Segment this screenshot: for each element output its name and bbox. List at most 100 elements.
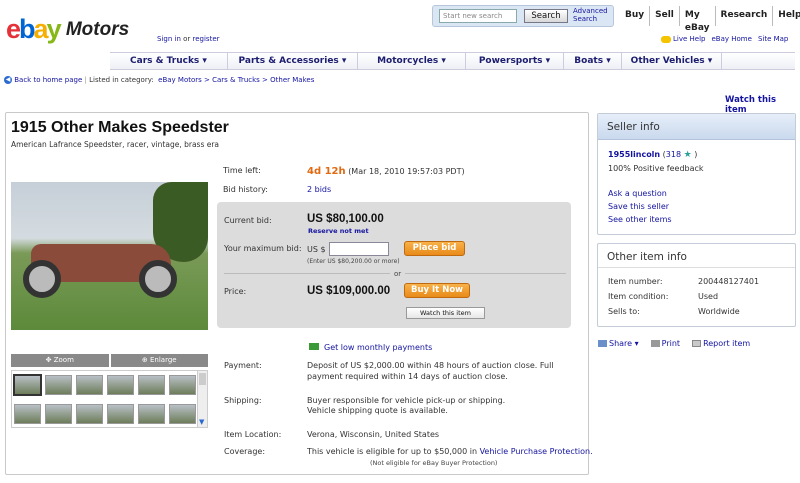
thumbnail[interactable] bbox=[45, 375, 72, 395]
money-icon bbox=[309, 343, 319, 350]
print-icon bbox=[650, 340, 660, 347]
payment-label: Payment: bbox=[224, 361, 262, 370]
thumbnail[interactable] bbox=[76, 404, 103, 424]
sign-in-link[interactable]: Sign in bbox=[157, 35, 181, 43]
live-help-icon bbox=[661, 35, 671, 43]
help-links: Live Help eBay Home Site Map bbox=[661, 35, 788, 43]
watch-item-button[interactable]: Watch this item bbox=[406, 307, 485, 319]
report-label: Report item bbox=[703, 339, 751, 348]
seller-info-panel: Seller info 1955lincoln (318 ★ ) 100% Po… bbox=[597, 113, 796, 235]
back-arrow-icon: ◀ bbox=[4, 76, 12, 84]
or-text: or bbox=[183, 35, 191, 43]
advanced-search-link[interactable]: Advanced Search bbox=[573, 7, 608, 23]
thumbnail[interactable] bbox=[45, 404, 72, 424]
vehicle-purchase-protection-link[interactable]: Vehicle Purchase Protection. bbox=[480, 447, 593, 456]
scroll-down-icon[interactable]: ▼ bbox=[199, 418, 204, 426]
back-to-home-link[interactable]: Back to home page bbox=[14, 76, 82, 84]
sells-to-row: Sells to: Worldwide bbox=[608, 304, 785, 319]
thumbnail[interactable] bbox=[14, 404, 41, 424]
category-boats[interactable]: Boats ▾ bbox=[564, 53, 622, 69]
category-cars-trucks[interactable]: Cars & Trucks ▾ bbox=[110, 53, 228, 69]
item-condition-label: Item condition: bbox=[608, 292, 669, 301]
share-bar: Share ▾ Print Report item bbox=[598, 339, 750, 348]
location-label: Item Location: bbox=[224, 430, 282, 439]
zoom-button[interactable]: ✥ Zoom bbox=[11, 354, 109, 367]
category-bar: Cars & Trucks ▾ Parts & Accessories ▾ Mo… bbox=[110, 52, 795, 70]
see-other-items-link[interactable]: See other items bbox=[608, 213, 785, 226]
flag-icon bbox=[692, 340, 702, 347]
thumbnail[interactable] bbox=[138, 375, 165, 395]
seller-name-link[interactable]: 1955lincoln bbox=[608, 150, 660, 159]
max-bid-input[interactable] bbox=[329, 242, 389, 256]
monthly-payments-link[interactable]: Get low monthly payments bbox=[309, 343, 432, 352]
scrollbar-thumb[interactable] bbox=[199, 373, 206, 385]
category-parts-accessories[interactable]: Parts & Accessories ▾ bbox=[228, 53, 358, 69]
search-input[interactable]: Start new search bbox=[439, 9, 517, 23]
thumbnail-strip: ▼ bbox=[11, 370, 208, 428]
time-left: 4d 12h (Mar 18, 2010 19:57:03 PDT) bbox=[307, 166, 465, 177]
report-item-link[interactable]: Report item bbox=[692, 339, 750, 348]
bid-history-link[interactable]: 2 bids bbox=[307, 185, 331, 194]
category-powersports[interactable]: Powersports ▾ bbox=[466, 53, 564, 69]
thumbnail-scrollbar[interactable]: ▼ bbox=[197, 371, 207, 427]
thumbnail[interactable] bbox=[107, 404, 134, 424]
thumbnail[interactable] bbox=[107, 375, 134, 395]
advanced-search-line-1: Advanced bbox=[573, 7, 608, 15]
search-button[interactable]: Search bbox=[524, 9, 568, 23]
bid-minimum-hint: (Enter US $80,200.00 or more) bbox=[307, 258, 400, 265]
ebay-home-link[interactable]: eBay Home bbox=[711, 35, 751, 43]
ask-question-link[interactable]: Ask a question bbox=[608, 187, 785, 200]
nav-sell[interactable]: Sell bbox=[649, 6, 679, 26]
coverage-note: (Not eligible for eBay Buyer Protection) bbox=[370, 459, 498, 467]
reserve-status: Reserve not met bbox=[308, 227, 369, 235]
enlarge-button[interactable]: ⊕ Enlarge bbox=[110, 354, 208, 367]
item-number-value: 200448127401 bbox=[698, 277, 760, 286]
item-number-label: Item number: bbox=[608, 277, 663, 286]
listing-title: 1915 Other Makes Speedster bbox=[11, 119, 229, 136]
share-label: Share ▾ bbox=[609, 339, 639, 348]
item-number-row: Item number: 200448127401 bbox=[608, 274, 785, 289]
top-nav: Buy Sell My eBay Research Help bbox=[620, 6, 800, 33]
main-photo[interactable] bbox=[11, 182, 208, 330]
breadcrumb: ◀ Back to home page | Listed in category… bbox=[4, 76, 315, 84]
save-seller-link[interactable]: Save this seller bbox=[608, 200, 785, 213]
category-path-link[interactable]: eBay Motors > Cars & Trucks > Other Make… bbox=[158, 76, 314, 84]
thumbnail[interactable] bbox=[169, 375, 196, 395]
buy-it-now-button[interactable]: Buy It Now bbox=[404, 283, 470, 298]
end-date: (Mar 18, 2010 19:57:03 PDT) bbox=[348, 167, 465, 176]
nav-research[interactable]: Research bbox=[714, 6, 773, 26]
category-other-vehicles[interactable]: Other Vehicles ▾ bbox=[622, 53, 722, 69]
thumbnail[interactable] bbox=[76, 375, 103, 395]
site-map-link[interactable]: Site Map bbox=[758, 35, 788, 43]
coverage-text: This vehicle is eligible for up to $50,0… bbox=[307, 446, 593, 457]
coverage-text-main: This vehicle is eligible for up to $50,0… bbox=[307, 447, 478, 456]
sells-to-label: Sells to: bbox=[608, 307, 640, 316]
payment-text: Deposit of US $2,000.00 within 48 hours … bbox=[307, 361, 554, 381]
shipping-quote-link[interactable]: Vehicle shipping quote is available. bbox=[307, 405, 448, 416]
watch-item-link-top[interactable]: Watch this item bbox=[725, 95, 800, 115]
thumbnail[interactable] bbox=[169, 404, 196, 424]
thumbnail[interactable] bbox=[13, 374, 42, 396]
nav-help[interactable]: Help bbox=[772, 6, 800, 26]
listing-subtitle: American Lafrance Speedster, racer, vint… bbox=[11, 140, 220, 149]
max-bid-label: Your maximum bid: bbox=[224, 244, 302, 253]
feedback-score-link[interactable]: 318 bbox=[666, 150, 681, 159]
time-left-value: 4d 12h bbox=[307, 166, 346, 177]
share-link[interactable]: Share ▾ bbox=[598, 339, 639, 348]
live-help-link[interactable]: Live Help bbox=[673, 35, 705, 43]
register-link[interactable]: register bbox=[193, 35, 220, 43]
nav-buy[interactable]: Buy bbox=[620, 6, 649, 26]
current-bid-label: Current bid: bbox=[224, 216, 272, 225]
advanced-search-line-2: Search bbox=[573, 15, 598, 23]
item-condition-row: Item condition: Used bbox=[608, 289, 785, 304]
ebay-motors-logo[interactable]: ebay Motors bbox=[6, 16, 129, 44]
nav-my-ebay[interactable]: My eBay bbox=[678, 6, 715, 33]
positive-feedback: 100% Positive feedback bbox=[608, 164, 704, 173]
other-item-info-panel: Other item info Item number: 200448127401… bbox=[597, 243, 796, 327]
shipping-label: Shipping: bbox=[224, 396, 262, 405]
thumbnail[interactable] bbox=[138, 404, 165, 424]
category-motorcycles[interactable]: Motorcycles ▾ bbox=[358, 53, 466, 69]
print-link[interactable]: Print bbox=[650, 339, 680, 348]
place-bid-button[interactable]: Place bid bbox=[404, 241, 465, 256]
star-icon: ★ bbox=[683, 150, 692, 160]
